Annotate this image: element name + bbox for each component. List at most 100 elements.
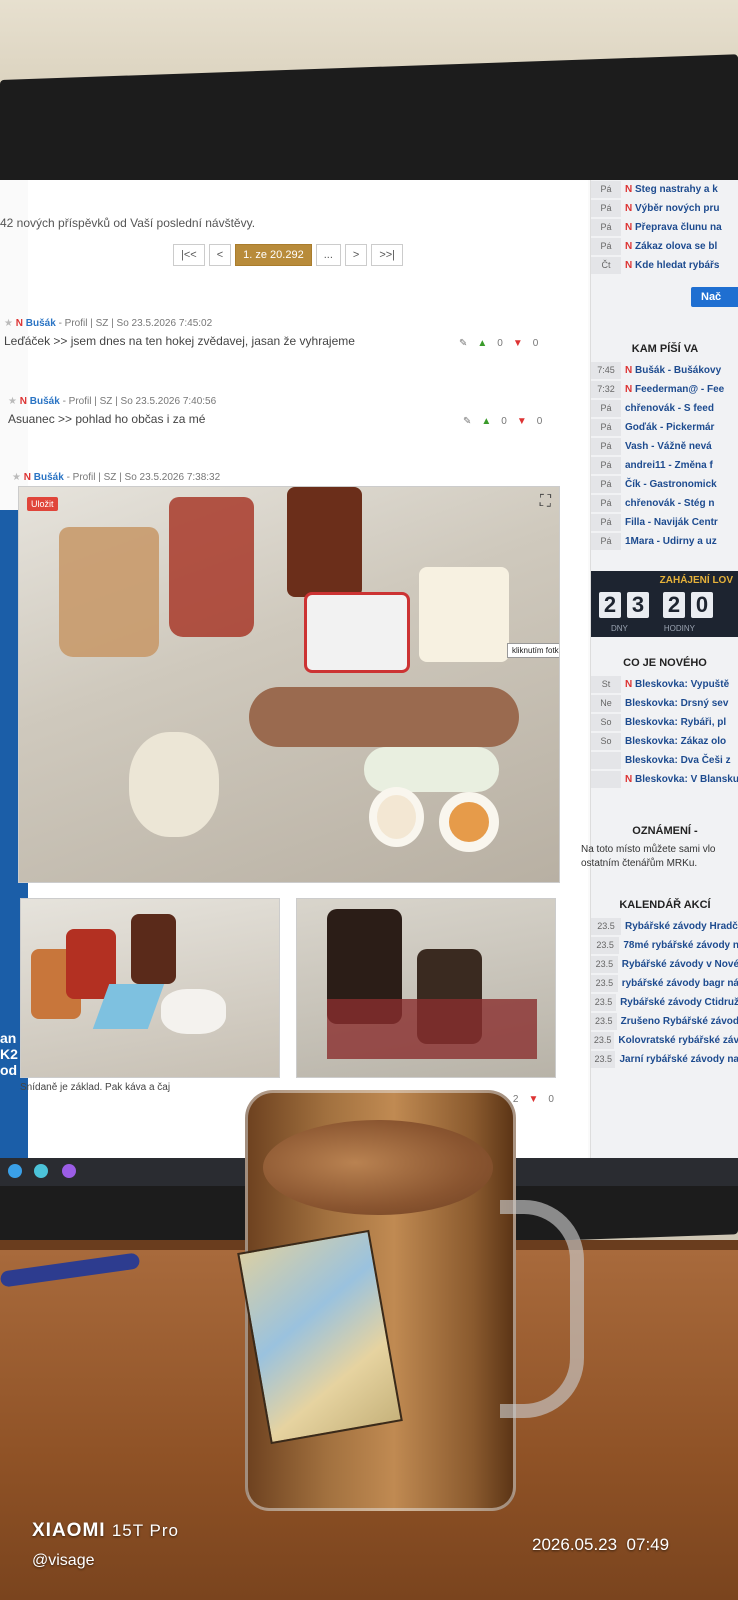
thumbs-up-icon[interactable]: ▲ <box>477 338 487 349</box>
countdown-widget: ZAHÁJENÍ LOV 2 3 2 0 DNY HODINY <box>591 571 738 637</box>
post-author[interactable]: Bušák <box>30 396 60 407</box>
save-badge[interactable]: Uložit <box>27 497 58 511</box>
row-title: Jarní rybářské závody na <box>619 1054 738 1065</box>
list-item[interactable]: So Bleskovka: Zákaz olo <box>591 732 738 751</box>
countdown-title: ZAHÁJENÍ LOV <box>659 575 733 586</box>
list-item[interactable]: Pá Čík - Gastronomick <box>591 475 738 494</box>
post-photo-main[interactable]: Uložit ⛶ kliknutím fotku zvětšíte <box>18 486 560 883</box>
row-time: 7:32 <box>591 381 621 398</box>
list-item[interactable]: Pá N Zákaz olova se bl <box>591 237 738 256</box>
list-item[interactable]: Pá andrei11 - Změna f <box>591 456 738 475</box>
mug-handle <box>500 1200 584 1418</box>
edit-icon[interactable]: ✎ <box>463 416 471 427</box>
app-icon[interactable] <box>62 1164 76 1178</box>
list-item[interactable]: 23.5 Rybářské závody Ctidruž <box>591 993 738 1012</box>
post-meta: - Profil | SZ | So 23.5.2026 7:45:02 <box>58 318 213 329</box>
notice-title: OZNÁMENÍ - <box>632 825 698 837</box>
thumbs-up-icon[interactable]: ▲ <box>481 416 491 427</box>
list-item[interactable]: 23.5 Rybářské závody Hradč <box>591 917 738 936</box>
row-date: 23.5 <box>591 956 618 973</box>
list-item[interactable]: Pá N Přeprava člunu na <box>591 218 738 237</box>
list-item[interactable]: Pá chřenovák - S feed <box>591 399 738 418</box>
page-next-button[interactable]: > <box>344 244 368 266</box>
cup-icon <box>304 592 410 673</box>
row-title: Goďák - Pickermár <box>625 422 715 433</box>
list-item[interactable]: 23.5 78mé rybářské závody n <box>591 936 738 955</box>
star-icon[interactable]: ★ <box>4 318 13 329</box>
row-title: chřenovák - Stég n <box>625 498 715 509</box>
list-item[interactable]: Pá Filla - Naviják Centr <box>591 513 738 532</box>
camera-watermark-handle: @visage <box>32 1552 95 1569</box>
post-author[interactable]: Bušák <box>34 472 64 483</box>
list-item[interactable]: Pá Vash - Vážně nevá <box>591 437 738 456</box>
post: ★ N Bušák - Profil | SZ | So 23.5.2026 7… <box>12 472 572 483</box>
upvote-count: 0 <box>501 416 507 427</box>
list-item[interactable]: 7:32 N Feederman@ - Fee <box>591 380 738 399</box>
egg-icon <box>439 792 499 852</box>
thumbs-down-icon[interactable]: ▼ <box>517 416 527 427</box>
new-badge: N <box>625 222 633 233</box>
page-prev-button[interactable]: < <box>208 244 232 266</box>
list-item[interactable]: Bleskovka: Dva Češi z <box>591 751 738 770</box>
post-photo-3[interactable] <box>296 898 556 1078</box>
row-date: 23.5 <box>591 1051 616 1068</box>
list-item[interactable]: 23.5 rybářské závody bagr ná <box>591 974 738 993</box>
post-author[interactable]: Bušák <box>26 318 56 329</box>
row-title: Bušák - Bušákovy <box>635 365 722 376</box>
list-item[interactable]: 23.5 Zrušeno Rybářské závod <box>591 1012 738 1031</box>
downvote-count: 0 <box>532 338 539 349</box>
list-item[interactable]: Ne Bleskovka: Drsný sev <box>591 694 738 713</box>
list-item[interactable]: Čt N Kde hledat rybářs <box>591 256 738 275</box>
list-item[interactable]: Pá N Steg nastrahy a k <box>591 180 738 199</box>
row-title: Kde hledat rybářs <box>635 260 720 271</box>
camera-watermark-brand: XIAOMI 15T Pro <box>32 1520 179 1542</box>
list-item[interactable]: 7:45 N Bušák - Bušákovy <box>591 361 738 380</box>
row-title: Bleskovka: Zákaz olo <box>625 736 727 747</box>
jar-icon <box>169 497 254 637</box>
list-item[interactable]: Pá 1Mara - Udirny a uz <box>591 532 738 551</box>
calendar-title: KALENDÁŘ AKCÍ <box>619 899 711 911</box>
post-votes: ✎ ▲ 0 ▼ 0 <box>459 338 538 349</box>
page-more-button[interactable]: ... <box>315 244 341 266</box>
list-item[interactable]: Pá N Výběr nových pru <box>591 199 738 218</box>
row-date: 23.5 <box>591 994 617 1011</box>
list-item[interactable]: 23.5 Rybářské závody v Nové <box>591 955 738 974</box>
kam-pisi-title: KAM PÍŠÍ VA <box>631 343 699 355</box>
list-item[interactable]: Pá Goďák - Pickermár <box>591 418 738 437</box>
list-item[interactable]: 23.5 Jarní rybářské závody na <box>591 1050 738 1069</box>
post-votes: ✎ ▲ 0 ▼ 0 <box>463 416 542 427</box>
page-current[interactable]: 1. ze 20.292 <box>235 244 312 266</box>
row-time: Pá <box>591 419 621 436</box>
list-item[interactable]: Pá chřenovák - Stég n <box>591 494 738 513</box>
edit-icon[interactable]: ✎ <box>459 338 467 349</box>
list-item[interactable]: So Bleskovka: Rybáři, pl <box>591 713 738 732</box>
row-title: andrei11 - Změna f <box>625 460 713 471</box>
post-photo-2[interactable] <box>20 898 280 1078</box>
downvote-count: 0 <box>536 416 543 427</box>
app-icon[interactable] <box>34 1164 48 1178</box>
tortilla-icon <box>129 732 219 837</box>
row-title: Kolovratské rybářské záv <box>618 1035 738 1046</box>
row-title: Feederman@ - Fee <box>635 384 725 395</box>
row-date: 23.5 <box>591 1013 617 1030</box>
row-title: Zákaz olova se bl <box>635 241 718 252</box>
expand-icon[interactable]: ⛶ <box>540 493 551 511</box>
page-last-button[interactable]: >>| <box>371 244 404 266</box>
row-title: Bleskovka: Vypuště <box>635 679 730 690</box>
windows-start-icon[interactable] <box>8 1164 22 1178</box>
list-item[interactable]: N Bleskovka: V Blansku <box>591 770 738 789</box>
new-badge: N <box>625 679 633 690</box>
sidebar-button[interactable]: Nač <box>691 287 738 307</box>
post: ★ N Bušák - Profil | SZ | So 23.5.2026 7… <box>8 396 568 427</box>
list-item[interactable]: St N Bleskovka: Vypuště <box>591 675 738 694</box>
star-icon[interactable]: ★ <box>8 396 17 407</box>
row-day: Pá <box>591 200 621 217</box>
list-item[interactable]: 23.5 Kolovratské rybářské záv <box>591 1031 738 1050</box>
thumbs-down-icon[interactable]: ▼ <box>513 338 523 349</box>
row-title: Rybářské závody Hradč <box>625 921 738 932</box>
row-title: Filla - Naviják Centr <box>625 517 718 528</box>
thumbs-down-icon[interactable]: ▼ <box>528 1094 538 1105</box>
row-title: Bleskovka: Drsný sev <box>625 698 729 709</box>
star-icon[interactable]: ★ <box>12 472 21 483</box>
page-first-button[interactable]: |<< <box>173 244 205 266</box>
